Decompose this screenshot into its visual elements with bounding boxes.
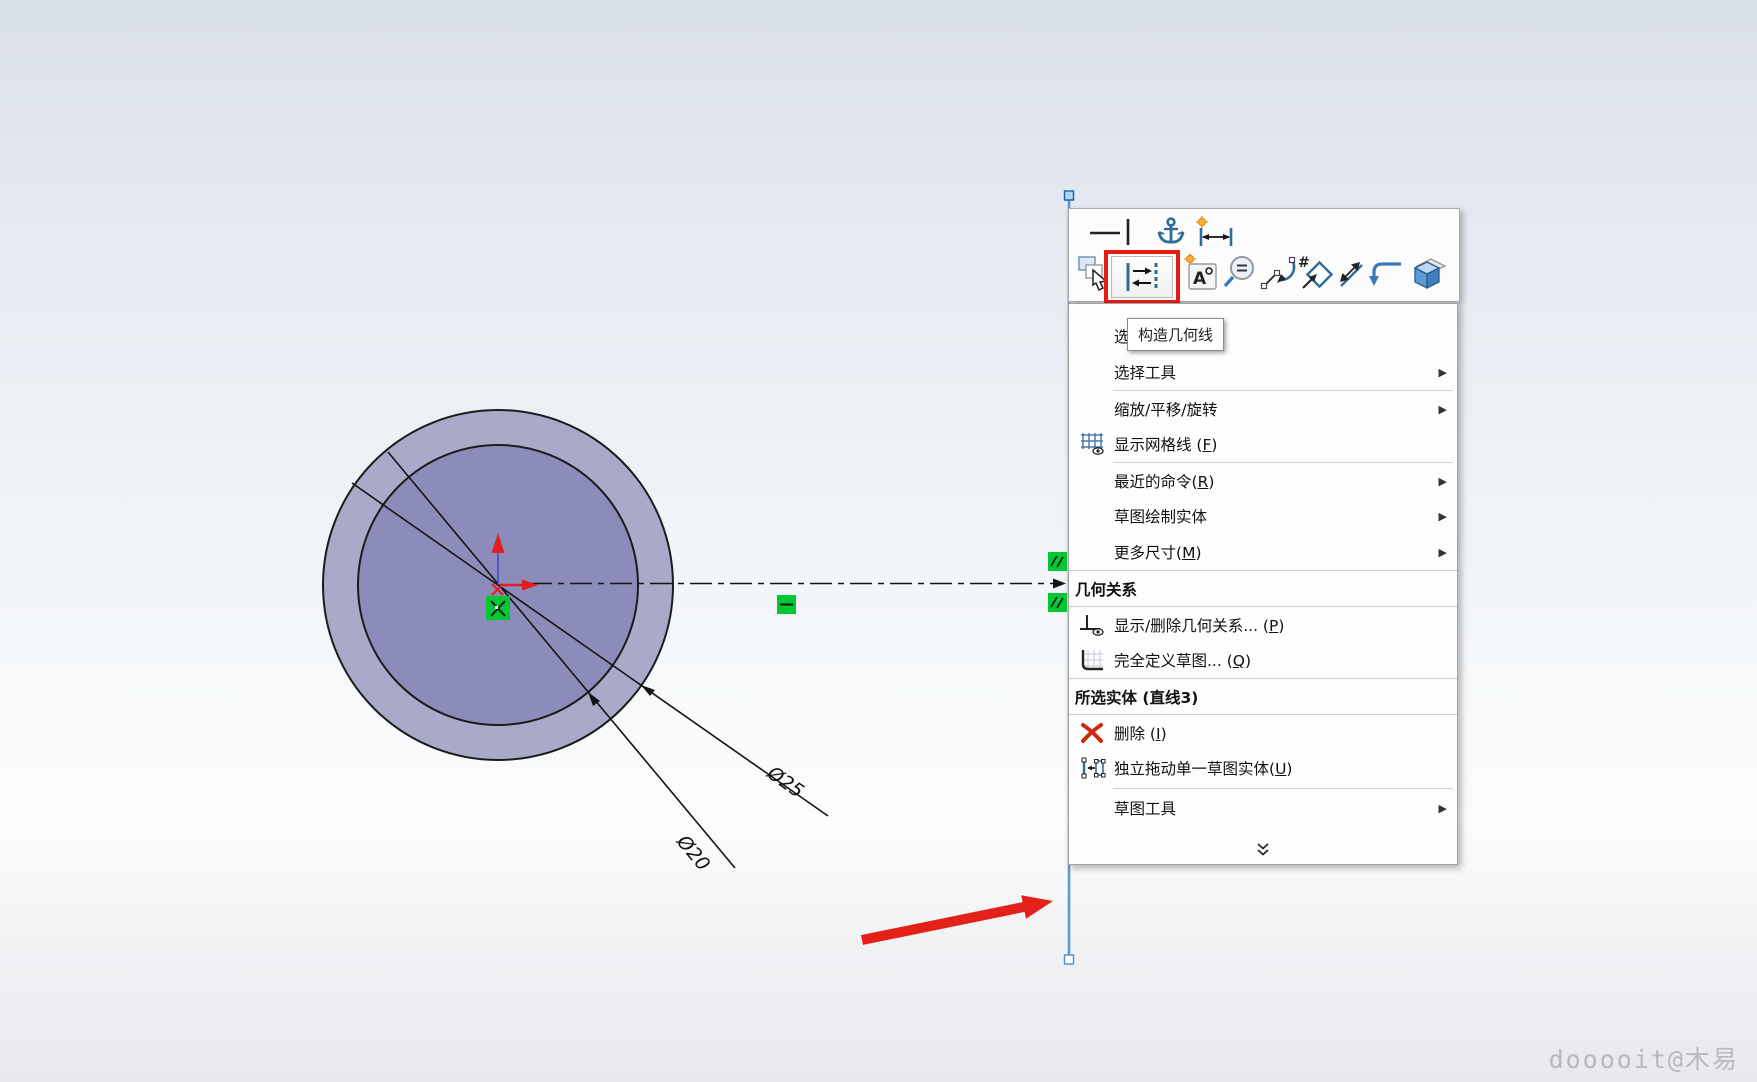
submenu-arrow-icon: ▶ <box>1438 509 1447 523</box>
menu-header-selected-entity: 所选实体 (直线3) <box>1069 679 1457 715</box>
watermark: dooooit@木易 <box>1548 1045 1739 1074</box>
menu-item-selection-tools[interactable]: 选择工具 ▶ <box>1069 354 1457 390</box>
menu-expand-chevron[interactable] <box>1069 834 1457 864</box>
construction-geometry-button[interactable] <box>1111 256 1173 298</box>
menu-item-recent-commands[interactable]: 最近的命令(R) ▶ <box>1069 463 1457 499</box>
offset-entities-button[interactable] <box>1367 251 1407 295</box>
add-note-icon: A <box>1184 253 1217 290</box>
menu-item-label: 缩放/平移/旋转 <box>1114 401 1218 419</box>
fix-button[interactable] <box>1151 215 1191 249</box>
line3-top-handle[interactable] <box>1063 190 1075 201</box>
trim-entities-button[interactable] <box>1259 251 1297 295</box>
construction-geometry-highlight-box <box>1104 250 1180 304</box>
menu-item-label: 删除 (I) <box>1114 725 1167 743</box>
relation-badge-horizontal[interactable] <box>777 595 796 614</box>
make-horizontal-icon <box>1090 231 1120 235</box>
anchor-icon <box>1157 217 1185 244</box>
menu-item-display-delete-relations[interactable]: 显示/删除几何关系... (P) <box>1069 607 1457 643</box>
menu-item-fully-define-sketch[interactable]: 完全定义草图... (Q) <box>1069 642 1457 678</box>
context-toolbar: A # <box>1068 208 1460 304</box>
smart-dimension-button[interactable] <box>1193 215 1237 249</box>
drag-single-icon <box>1074 750 1110 786</box>
svg-text:A: A <box>1193 269 1207 289</box>
fully-define-icon <box>1074 642 1110 678</box>
menu-item-drag-single-entity[interactable]: 独立拖动单一草图实体(U) <box>1069 750 1457 786</box>
submenu-arrow-icon: ▶ <box>1438 474 1447 488</box>
submenu-arrow-icon: ▶ <box>1438 365 1447 379</box>
menu-item-label: 显示/删除几何关系... (P) <box>1114 617 1285 635</box>
offset-entities-icon <box>1369 262 1401 286</box>
relation-badge-center[interactable] <box>486 596 510 620</box>
menu-item-label: 独立拖动单一草图实体(U) <box>1114 760 1293 778</box>
dimension-label-inner[interactable]: Ø20 <box>672 830 715 875</box>
zoom-to-selection-icon <box>1223 256 1254 288</box>
menu-item-show-grid[interactable]: 显示网格线 (F) <box>1069 426 1457 462</box>
menu-item-label: 完全定义草图... (Q) <box>1114 652 1252 670</box>
menu-header-label: 几何关系 <box>1075 581 1138 599</box>
line3-bottom-handle[interactable] <box>1063 954 1075 965</box>
grid-eye-icon <box>1074 426 1110 462</box>
menu-item-zoom-pan-rotate[interactable]: 缩放/平移/旋转 ▶ <box>1069 391 1457 427</box>
sketch-pattern-button[interactable]: # <box>1297 251 1335 295</box>
menu-separator <box>1113 788 1453 789</box>
submenu-arrow-icon: ▶ <box>1438 545 1447 559</box>
make-vertical-icon <box>1126 219 1130 245</box>
sketch-viewport: Ø25 Ø20 <box>322 190 1075 965</box>
make-vertical-button[interactable] <box>1121 215 1135 249</box>
submenu-arrow-icon: ▶ <box>1438 402 1447 416</box>
annotation-arrow <box>861 895 1053 945</box>
centerline-arrowhead <box>1053 578 1066 589</box>
menu-header-label: 所选实体 (直线3) <box>1075 689 1199 707</box>
smart-dimension-icon <box>1196 216 1233 246</box>
menu-header-relations: 几何关系 <box>1069 571 1457 607</box>
submenu-arrow-icon: ▶ <box>1438 801 1447 815</box>
tooltip: 构造几何线 <box>1127 318 1225 351</box>
menu-item-label: 最近的命令(R) <box>1114 473 1215 491</box>
menu-item-delete[interactable]: 删除 (I) <box>1069 715 1457 751</box>
extrude-icon <box>1413 258 1447 290</box>
menu-item-sketch-entities[interactable]: 草图绘制实体 ▶ <box>1069 498 1457 534</box>
perpendicular-eye-icon <box>1074 607 1110 643</box>
relation-badge-parallel-2[interactable] <box>1048 593 1067 612</box>
construction-geometry-icon <box>1126 263 1158 291</box>
extrude-button[interactable] <box>1407 251 1449 295</box>
sketch-pattern-icon: # <box>1298 255 1334 289</box>
move-entities-button[interactable] <box>1335 251 1365 295</box>
trim-entities-icon <box>1260 256 1296 290</box>
relation-badge-parallel-1[interactable] <box>1048 552 1067 571</box>
menu-item-label: 显示网格线 (F) <box>1114 436 1218 454</box>
move-entities-icon <box>1340 262 1363 287</box>
svg-text:#: # <box>1298 255 1310 271</box>
menu-item-label: 更多尺寸(M) <box>1114 544 1202 562</box>
menu-item-label: 草图绘制实体 <box>1114 508 1208 526</box>
menu-item-sketch-tools[interactable]: 草图工具 ▶ <box>1069 790 1457 826</box>
add-note-button[interactable]: A <box>1183 251 1219 295</box>
delete-x-icon <box>1074 715 1110 751</box>
context-menu: 选 选择工具 ▶ 缩放/平移/旋转 ▶ 显示网格线 (F) 最近的命令(R) ▶… <box>1068 303 1458 865</box>
menu-item-label: 选择工具 <box>1114 364 1177 382</box>
make-horizontal-button[interactable] <box>1085 215 1125 249</box>
double-chevron-down-icon <box>1257 842 1269 856</box>
menu-item-label: 草图工具 <box>1114 800 1177 818</box>
zoom-to-selection-button[interactable] <box>1221 251 1257 295</box>
menu-item-more-dimensions[interactable]: 更多尺寸(M) ▶ <box>1069 534 1457 570</box>
